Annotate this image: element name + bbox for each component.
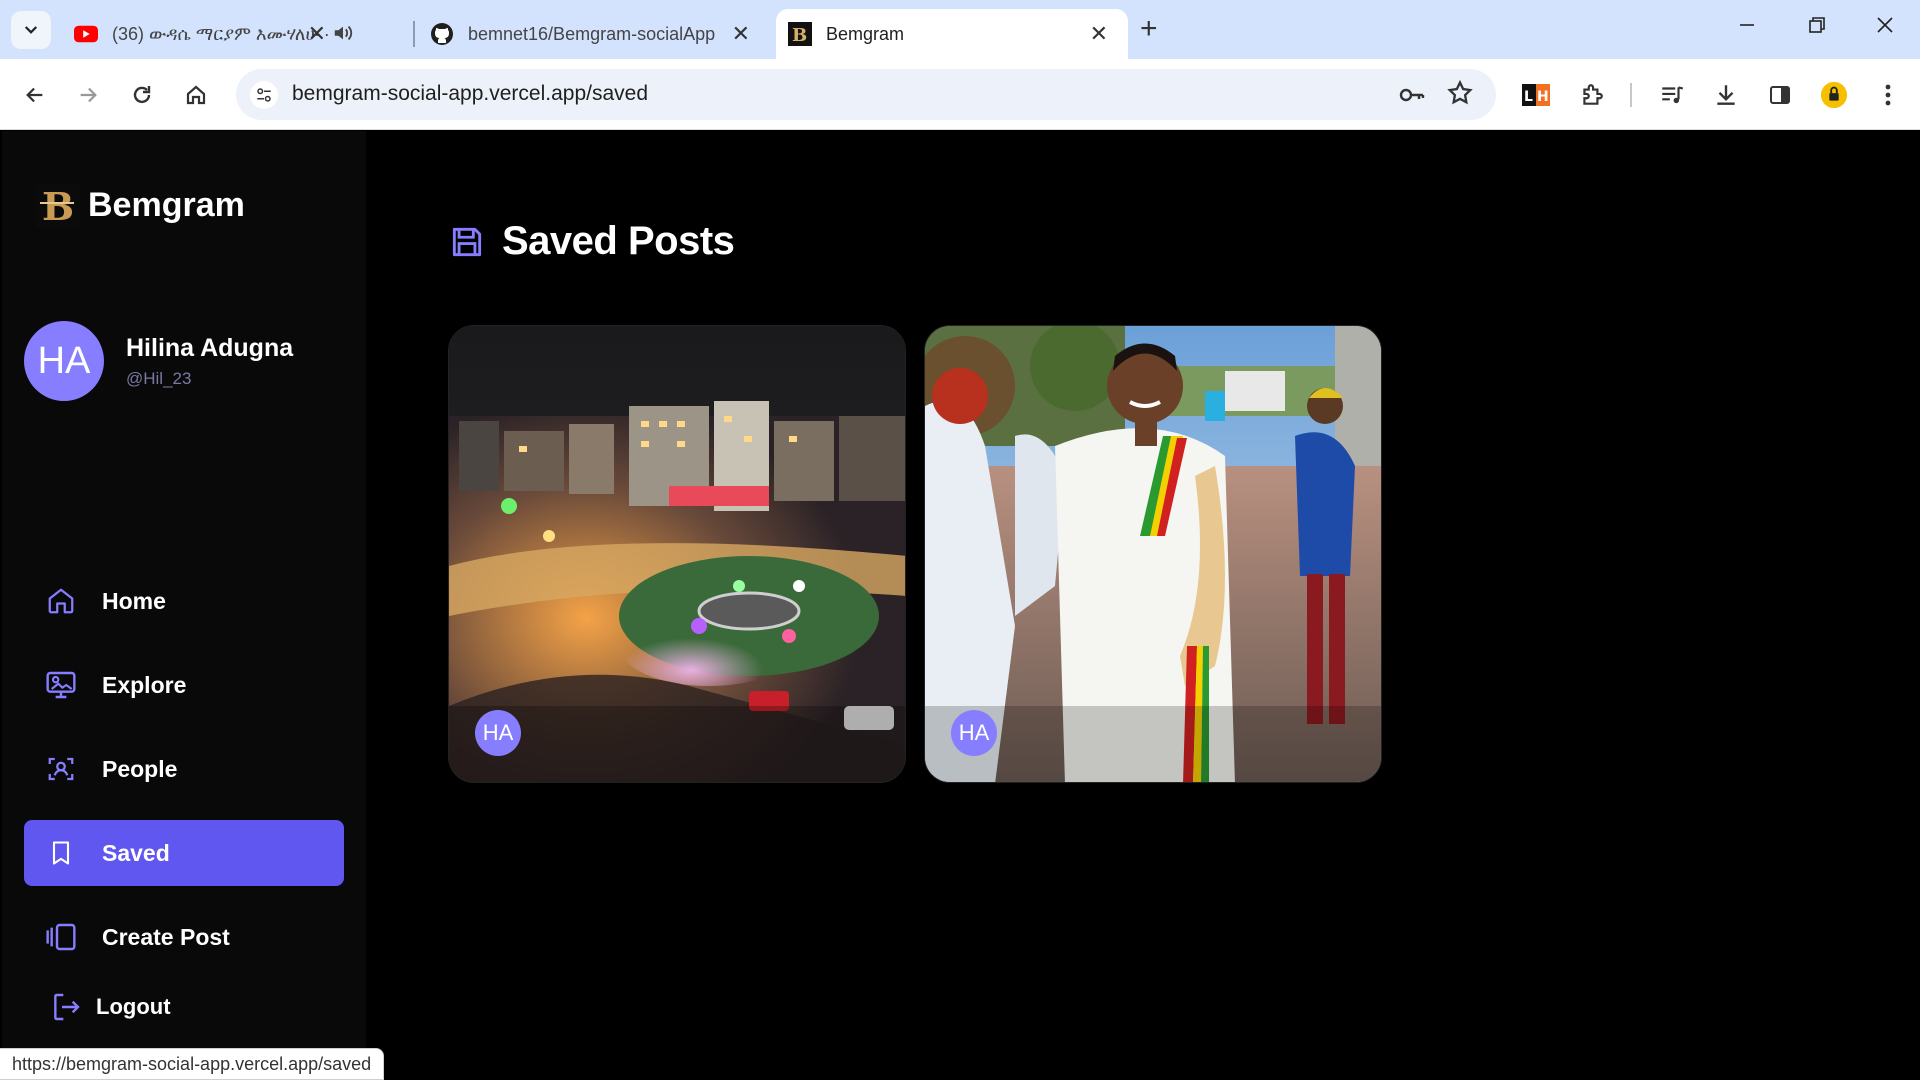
close-icon[interactable] [1876, 14, 1894, 40]
speaker-icon[interactable] [332, 22, 354, 49]
plus-icon[interactable]: + [1140, 14, 1158, 44]
svg-text:L: L [1524, 89, 1533, 105]
page-header: Saved Posts [448, 219, 735, 264]
sidebar: B Bemgram HA Hilina Adugna @Hil_23 Home … [2, 131, 366, 1080]
sidebar-item-home[interactable]: Home [24, 568, 344, 634]
sidebar-item-label: Create Post [102, 923, 230, 950]
minimize-icon[interactable] [1738, 14, 1756, 40]
key-icon[interactable] [1398, 81, 1426, 114]
sidebar-nav: Home Explore People Saved Create Post [24, 568, 344, 988]
sidebar-item-label: People [102, 755, 178, 782]
svg-text:B: B [792, 25, 807, 46]
home-icon [44, 584, 78, 618]
star-icon[interactable] [1446, 79, 1474, 112]
bemgram-logo-icon: B [36, 183, 80, 227]
profile-name: Hilina Adugna [126, 333, 294, 362]
brand-logo-link[interactable]: B Bemgram [36, 183, 245, 227]
people-icon [44, 752, 78, 786]
save-icon [452, 227, 482, 256]
post-author-avatar[interactable]: HA [475, 710, 521, 756]
sidebar-item-explore[interactable]: Explore [24, 652, 344, 718]
github-icon [430, 22, 454, 46]
brand-name: Bemgram [88, 185, 245, 224]
explore-icon [44, 668, 78, 702]
bemgram-favicon-icon: B [788, 22, 812, 46]
extensions-puzzle-icon[interactable] [1578, 81, 1606, 109]
saved-post-card[interactable]: HA [448, 325, 906, 783]
tab-youtube[interactable]: (36) ውዳሴ ማርያም እሙሃለሁ · ✕ [60, 9, 410, 59]
logout-label: Logout [96, 994, 171, 1019]
sidebar-item-label: Home [102, 587, 166, 614]
back-arrow-icon[interactable] [21, 81, 49, 109]
tab-separator [413, 21, 415, 47]
home-button-icon[interactable] [182, 81, 210, 109]
restore-icon[interactable] [1808, 14, 1826, 40]
tab-close-icon[interactable]: ✕ [732, 23, 750, 45]
tab-close-icon[interactable]: ✕ [1090, 23, 1108, 45]
browser-tab-bar: (36) ውዳሴ ማርያም እሙሃለሁ · ✕ bemnet16/Bemgram… [0, 0, 1920, 59]
tab-github[interactable]: bemnet16/Bemgram-socialApp ✕ [420, 9, 770, 59]
lighthouse-extension-icon[interactable]: LH [1522, 81, 1550, 109]
tab-bemgram[interactable]: B Bemgram ✕ [776, 9, 1128, 59]
bookmark-icon [44, 836, 78, 870]
tab-close-icon[interactable]: ✕ [308, 23, 326, 45]
address-bar[interactable]: bemgram-social-app.vercel.app/saved [236, 69, 1496, 120]
tab-title: Bemgram [826, 23, 905, 44]
main-content: Saved Posts HA HA [366, 131, 1920, 1080]
gallery-add-icon [44, 920, 78, 954]
youtube-icon [74, 22, 98, 46]
page-title: Saved Posts [502, 219, 735, 263]
media-control-icon[interactable] [1658, 81, 1686, 109]
download-icon[interactable] [1712, 81, 1740, 109]
sidebar-item-people[interactable]: People [24, 736, 344, 802]
tab-title: (36) ውዳሴ ማርያም እሙሃለሁ · [112, 23, 330, 44]
side-panel-icon[interactable] [1766, 81, 1794, 109]
svg-text:H: H [1537, 89, 1549, 105]
post-author-avatar[interactable]: HA [951, 710, 997, 756]
post-image[interactable] [925, 326, 1382, 783]
profile-handle: @Hil_23 [126, 368, 192, 388]
profile-avatar-icon[interactable] [1820, 81, 1848, 109]
logout-button[interactable]: Logout [50, 991, 171, 1023]
url-text[interactable]: bemgram-social-app.vercel.app/saved [292, 82, 648, 106]
reload-icon[interactable] [128, 81, 156, 109]
logout-icon [50, 991, 82, 1023]
profile-link[interactable]: HA Hilina Adugna @Hil_23 [24, 321, 293, 401]
toolbar-separator [1630, 83, 1632, 107]
sidebar-item-label: Saved [102, 839, 170, 866]
sidebar-item-saved[interactable]: Saved [24, 820, 344, 886]
sidebar-item-create-post[interactable]: Create Post [24, 904, 344, 970]
menu-dots-icon[interactable] [1874, 81, 1902, 109]
saved-posts-grid: HA HA [448, 325, 1400, 783]
avatar: HA [24, 321, 104, 401]
saved-post-card[interactable]: HA [924, 325, 1382, 783]
svg-text:B: B [42, 184, 74, 227]
site-settings-icon[interactable] [250, 81, 278, 109]
browser-toolbar: bemgram-social-app.vercel.app/saved LH [0, 59, 1920, 130]
link-status-bar: https://bemgram-social-app.vercel.app/sa… [0, 1048, 385, 1080]
tab-search-button[interactable] [11, 11, 51, 49]
forward-arrow-icon[interactable] [74, 81, 102, 109]
post-image[interactable] [449, 326, 906, 783]
sidebar-item-label: Explore [102, 671, 187, 698]
chevron-down-icon [24, 26, 38, 34]
tab-title: bemnet16/Bemgram-socialApp [468, 23, 716, 44]
